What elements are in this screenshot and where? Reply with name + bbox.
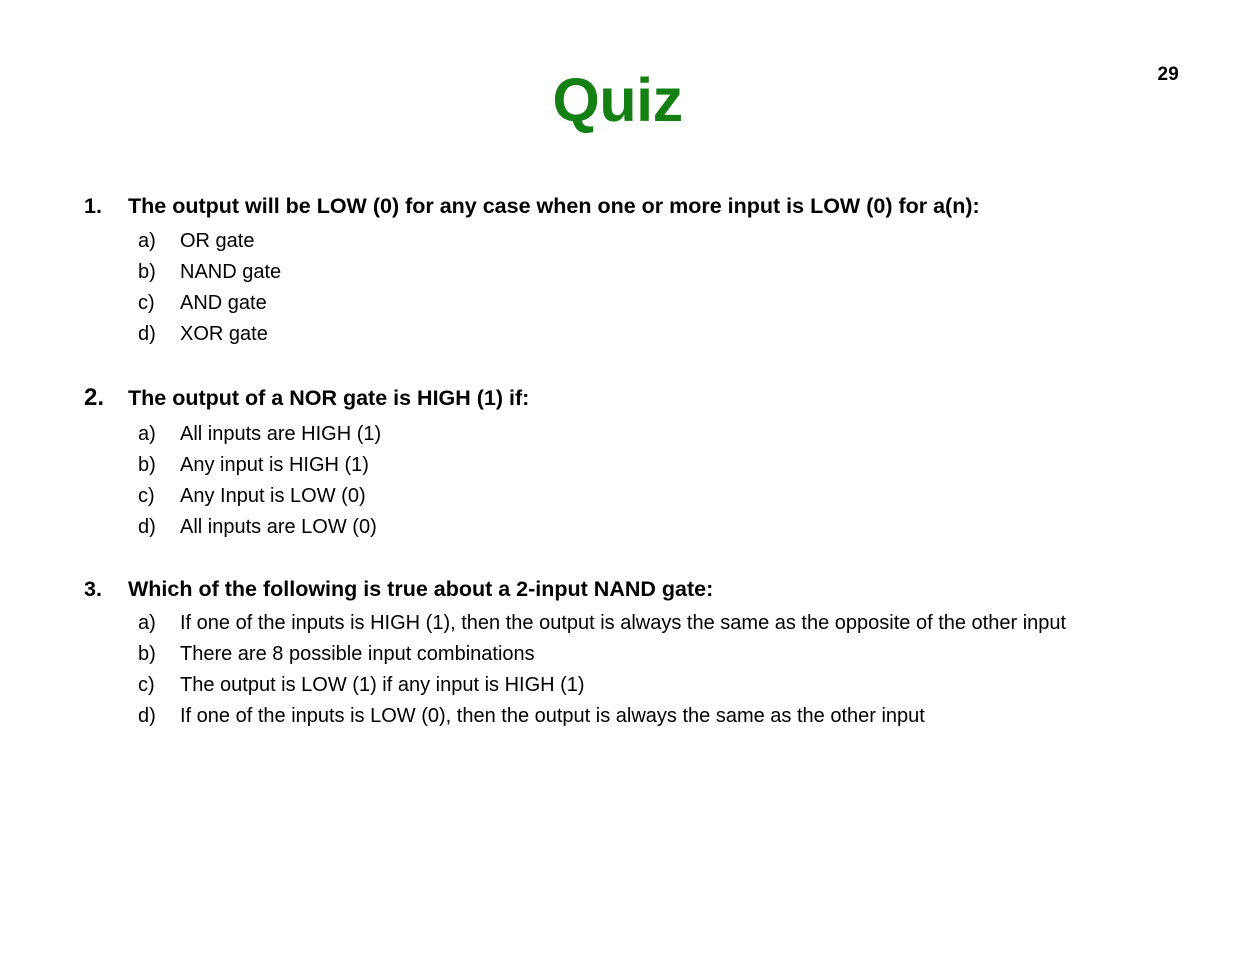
option-letter-3c: c): [138, 674, 155, 697]
option-letter-3d: d): [138, 705, 156, 728]
option-1c[interactable]: c) AND gate: [84, 288, 1164, 319]
option-letter-2d: d): [138, 515, 156, 538]
option-3d[interactable]: d) If one of the inputs is LOW (0), then…: [84, 701, 1164, 732]
quiz-question-list: 1. The output will be LOW (0) for any ca…: [84, 192, 1164, 732]
option-3b[interactable]: b) There are 8 possible input combinatio…: [84, 639, 1164, 670]
question-block-3: 3. Which of the following is true about …: [84, 575, 1164, 733]
option-text-1b: NAND gate: [180, 260, 282, 283]
option-letter-1b: b): [138, 260, 156, 283]
option-text-2d: All inputs are LOW (0): [180, 515, 377, 538]
option-text-1c: AND gate: [180, 291, 267, 314]
question-block-2: 2. The output of a NOR gate is HIGH (1) …: [84, 382, 1164, 543]
question-heading-2: 2. The output of a NOR gate is HIGH (1) …: [84, 382, 1164, 414]
option-3c[interactable]: c) The output is LOW (1) if any input is…: [84, 670, 1164, 701]
option-2b[interactable]: b) Any input is HIGH (1): [84, 450, 1164, 481]
question-text-3: Which of the following is true about a 2…: [128, 576, 714, 601]
question-text-2: The output of a NOR gate is HIGH (1) if:: [128, 385, 530, 410]
option-text-3a: If one of the inputs is HIGH (1), then t…: [180, 612, 1067, 635]
option-list-2: a) All inputs are HIGH (1) b) Any input …: [84, 419, 1164, 543]
option-text-3c: The output is LOW (1) if any input is HI…: [180, 674, 585, 697]
question-number-3: 3.: [84, 576, 102, 601]
option-letter-1a: a): [138, 229, 156, 252]
quiz-slide: 29 Quiz 1. The output will be LOW (0) fo…: [0, 0, 1235, 954]
option-2c[interactable]: c) Any Input is LOW (0): [84, 481, 1164, 512]
question-block-1: 1. The output will be LOW (0) for any ca…: [84, 192, 1164, 350]
option-letter-2b: b): [138, 453, 156, 476]
option-1a[interactable]: a) OR gate: [84, 226, 1164, 257]
option-3a[interactable]: a) If one of the inputs is HIGH (1), the…: [84, 608, 1164, 639]
option-letter-2c: c): [138, 484, 155, 507]
option-text-2c: Any Input is LOW (0): [180, 484, 366, 507]
question-number-1: 1.: [84, 194, 102, 218]
option-text-3d: If one of the inputs is LOW (0), then th…: [180, 705, 925, 728]
option-letter-3a: a): [138, 612, 156, 635]
question-heading-1: 1. The output will be LOW (0) for any ca…: [84, 192, 1164, 221]
page-title: Quiz: [552, 66, 683, 134]
option-text-2a: All inputs are HIGH (1): [180, 422, 382, 445]
option-letter-1d: d): [138, 322, 156, 345]
option-letter-1c: c): [138, 291, 155, 314]
option-text-1d: XOR gate: [180, 322, 268, 345]
option-text-3b: There are 8 possible input combinations: [180, 643, 535, 666]
option-list-1: a) OR gate b) NAND gate c) AND gate d) X…: [84, 226, 1164, 350]
option-text-2b: Any input is HIGH (1): [180, 453, 369, 476]
question-heading-3: 3. Which of the following is true about …: [84, 575, 1164, 604]
option-letter-3b: b): [138, 643, 156, 666]
question-text-1: The output will be LOW (0) for any case …: [128, 194, 980, 218]
option-2a[interactable]: a) All inputs are HIGH (1): [84, 419, 1164, 450]
option-1b[interactable]: b) NAND gate: [84, 257, 1164, 288]
option-letter-2a: a): [138, 422, 156, 445]
option-2d[interactable]: d) All inputs are LOW (0): [84, 512, 1164, 543]
option-list-3: a) If one of the inputs is HIGH (1), the…: [84, 608, 1164, 732]
question-number-2: 2.: [84, 383, 105, 411]
option-text-1a: OR gate: [180, 229, 255, 252]
option-1d[interactable]: d) XOR gate: [84, 319, 1164, 350]
